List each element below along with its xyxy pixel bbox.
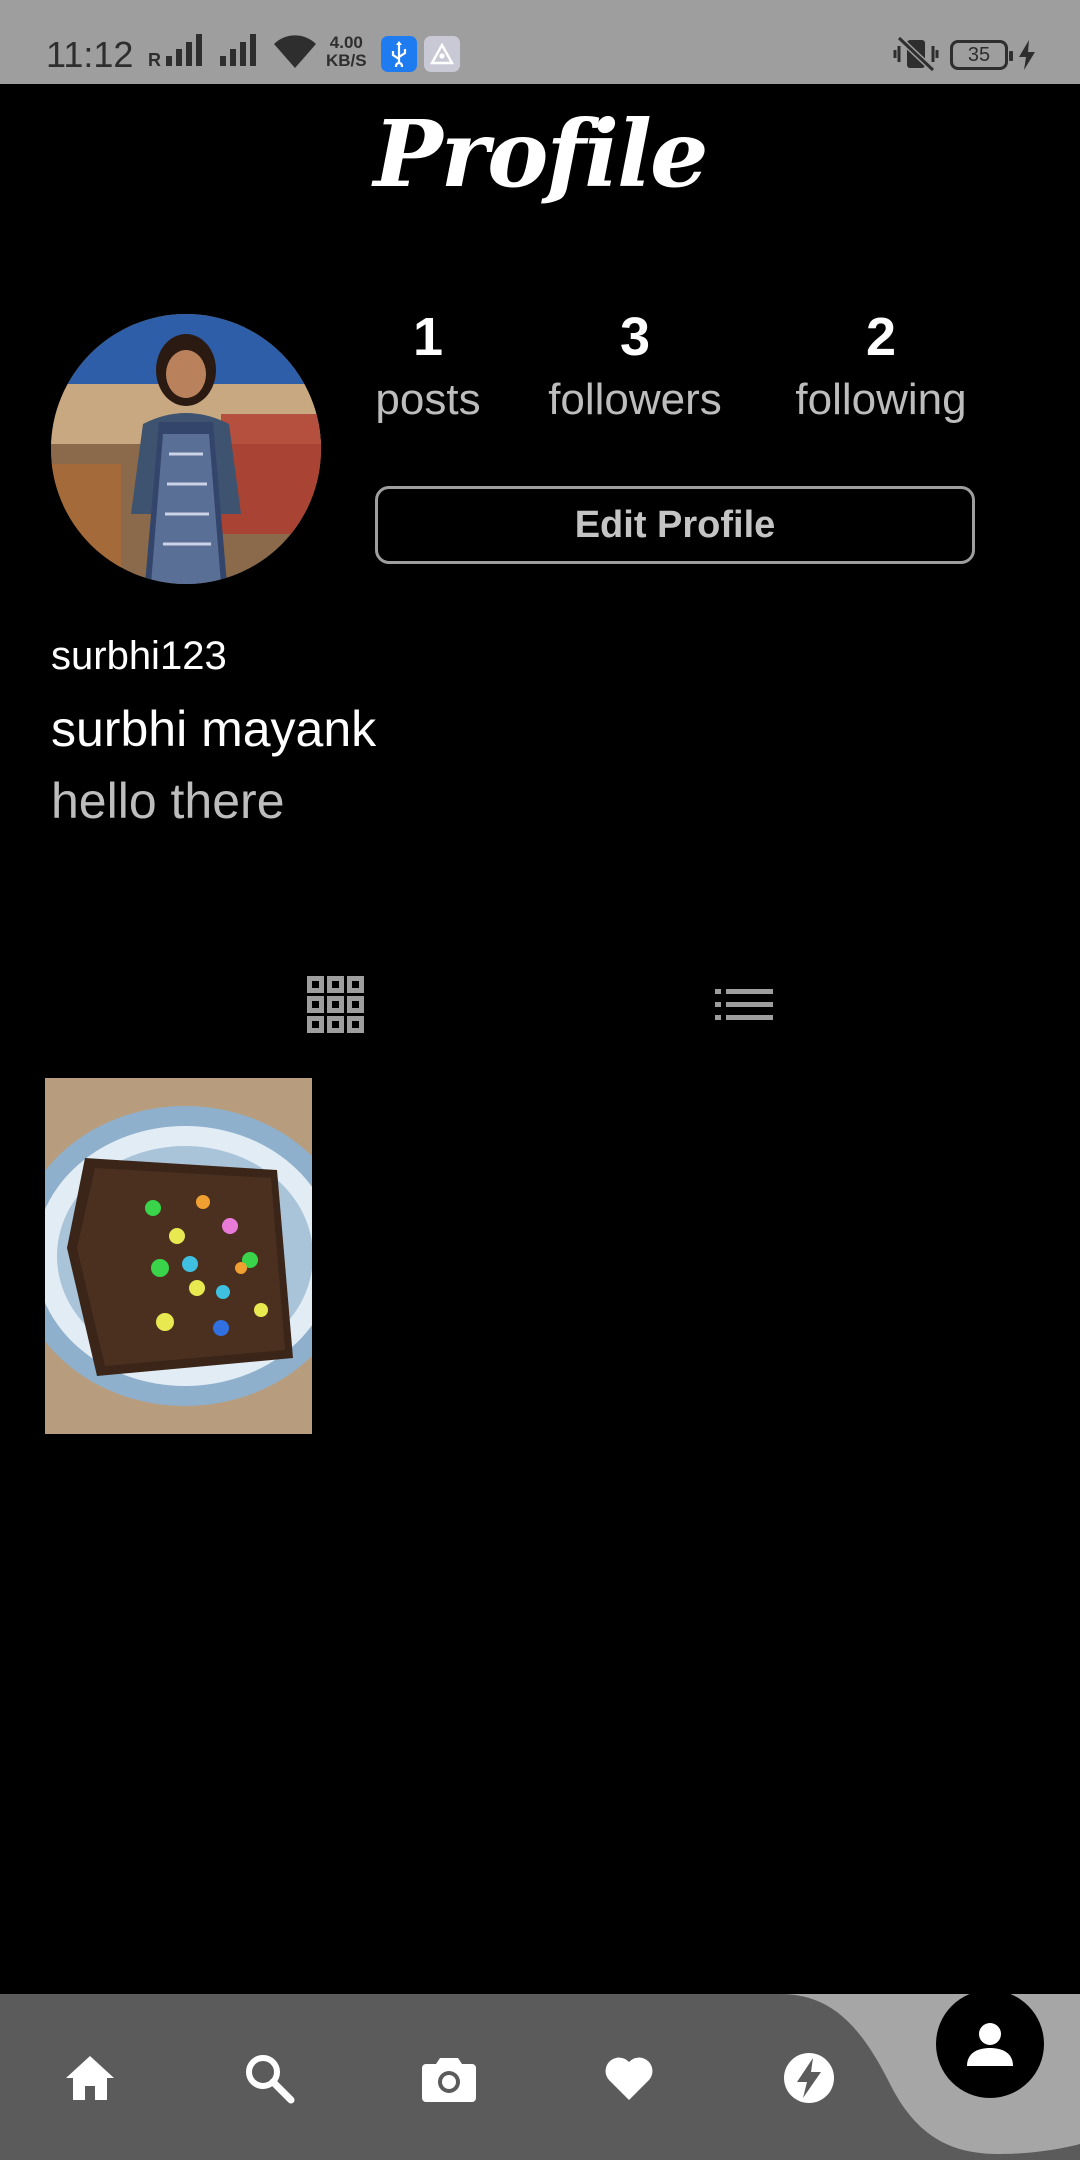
search-icon xyxy=(246,2055,295,2104)
stat-followers[interactable]: 3 followers xyxy=(525,302,745,428)
nav-search[interactable] xyxy=(229,2038,309,2118)
posts-count: 1 xyxy=(412,307,444,367)
nav-profile[interactable] xyxy=(936,1990,1044,2098)
full-name: surbhi mayank xyxy=(51,701,377,757)
status-time: 11:12 xyxy=(46,34,134,75)
nav-home[interactable] xyxy=(50,2038,130,2118)
network-label: R xyxy=(148,50,161,70)
status-bar: 11:12 R 4.00 KB/S 35 xyxy=(0,0,1080,84)
grid-icon xyxy=(307,976,364,1033)
nav-camera[interactable] xyxy=(409,2038,489,2118)
nav-activity[interactable] xyxy=(769,2038,849,2118)
stat-following[interactable]: 2 following xyxy=(771,302,991,428)
signal-icon xyxy=(166,34,202,66)
post-thumbnail[interactable] xyxy=(45,1078,312,1434)
post-image xyxy=(45,1078,312,1434)
avatar[interactable] xyxy=(51,314,321,584)
person-icon xyxy=(967,2023,1013,2066)
wifi-icon xyxy=(272,32,318,70)
battery-indicator: 35 xyxy=(950,40,1013,70)
vibrate-off-icon xyxy=(893,36,939,72)
nav-likes[interactable] xyxy=(589,2038,669,2118)
avatar-photo xyxy=(51,314,321,584)
app-notification-icon xyxy=(424,36,460,72)
following-label: following xyxy=(795,375,967,424)
charging-icon xyxy=(1017,40,1037,70)
heart-icon xyxy=(605,2057,653,2100)
flash-icon xyxy=(784,2053,834,2103)
signal-icon-2 xyxy=(220,34,256,66)
network-speed: 4.00 KB/S xyxy=(326,34,367,70)
speed-unit: KB/S xyxy=(326,51,367,70)
speed-value: 4.00 xyxy=(329,33,363,52)
edit-profile-button[interactable]: Edit Profile xyxy=(375,486,975,564)
page-title: Profile xyxy=(373,100,708,208)
bio: hello there xyxy=(51,773,285,829)
followers-label: followers xyxy=(548,375,722,424)
tab-list[interactable] xyxy=(709,970,779,1040)
following-count: 2 xyxy=(865,307,897,367)
camera-icon xyxy=(422,2058,476,2102)
list-icon xyxy=(715,989,773,1020)
usb-icon xyxy=(381,36,417,72)
stat-posts[interactable]: 1 posts xyxy=(318,302,538,428)
username: surbhi123 xyxy=(51,634,227,678)
home-icon xyxy=(66,2056,114,2100)
followers-count: 3 xyxy=(619,307,651,367)
tab-grid[interactable] xyxy=(301,970,371,1040)
posts-label: posts xyxy=(375,375,481,424)
